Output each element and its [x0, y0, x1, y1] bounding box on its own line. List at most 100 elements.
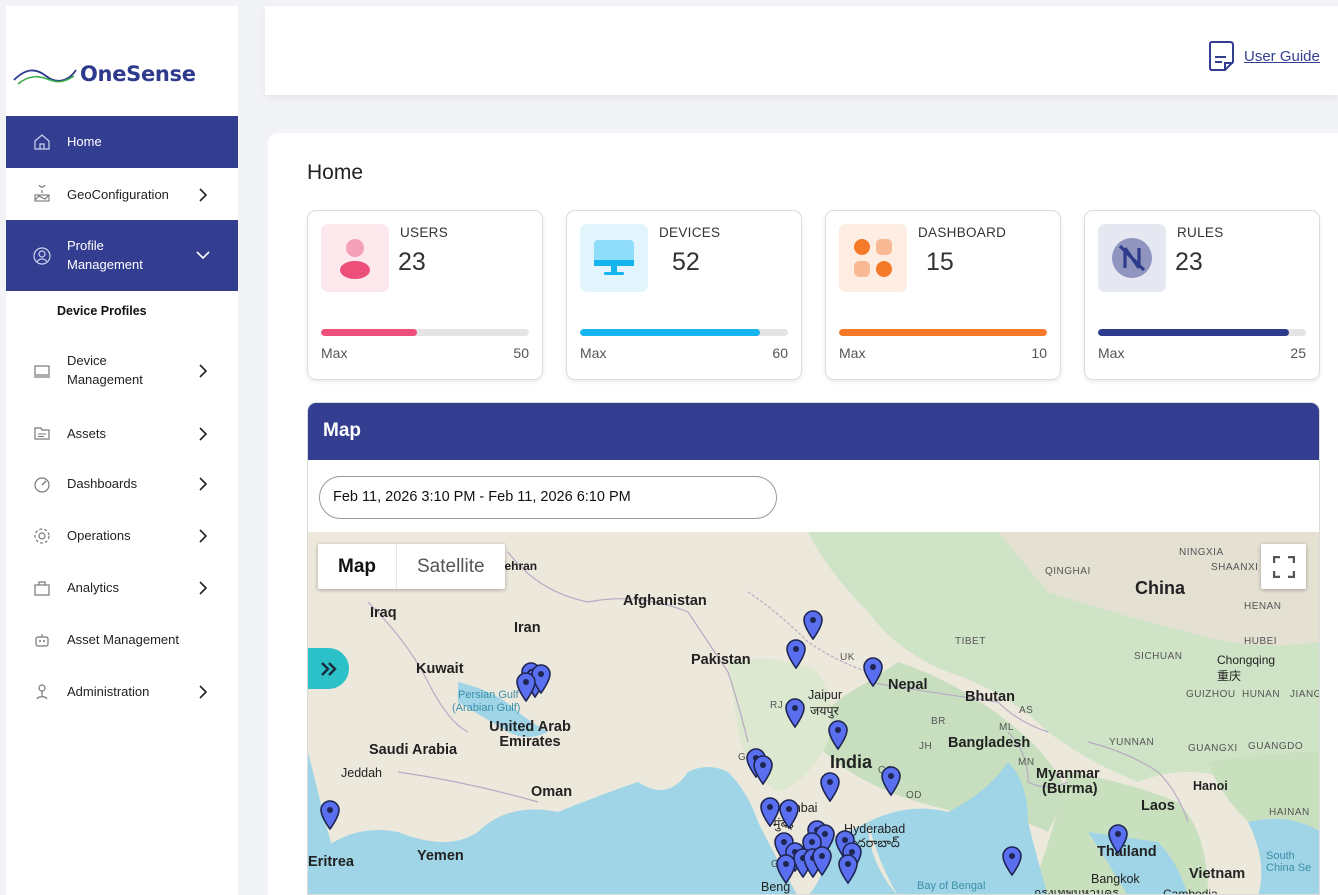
- stat-card-devices[interactable]: DEVICES 52 Max 60: [566, 210, 802, 380]
- page-title: Home: [307, 161, 364, 184]
- map-label-as: AS: [1019, 705, 1034, 716]
- card-label: RULES: [1177, 225, 1224, 240]
- map-label-qinghai: QINGHAI: [1045, 566, 1091, 577]
- map-marker-icon[interactable]: [828, 720, 848, 751]
- chevron-right-icon: [196, 529, 210, 543]
- map-marker-icon[interactable]: [1002, 846, 1022, 877]
- bag-icon: [32, 578, 52, 598]
- stat-card-rules[interactable]: RULES 23 Max 25: [1084, 210, 1320, 380]
- map-label-oman: Oman: [531, 784, 573, 800]
- sidebar-item-label: Administration: [67, 684, 150, 699]
- map-marker-icon[interactable]: [803, 610, 823, 641]
- map-label-chongqing: Chongqing: [1217, 653, 1276, 667]
- sidebar-subitem-device-profiles[interactable]: Device Profiles: [6, 291, 238, 333]
- map-label-mn: MN: [1018, 757, 1035, 768]
- map-label-myanmar: Myanmar: [1036, 766, 1100, 782]
- sidebar-item-analytics[interactable]: Analytics: [6, 562, 238, 614]
- map-marker-icon[interactable]: [753, 755, 773, 786]
- max-value: 60: [772, 345, 788, 361]
- max-label: Max: [321, 345, 348, 361]
- chevron-right-icon: [196, 188, 210, 202]
- map-label-yunnan: YUNNAN: [1109, 737, 1155, 748]
- chevron-right-icon: [196, 364, 210, 378]
- map-marker-icon[interactable]: [820, 772, 840, 803]
- sidebar-item-device-management[interactable]: Device Management: [6, 333, 238, 408]
- user-guide-link[interactable]: User Guide: [1206, 40, 1320, 72]
- map-label-afghanistan: Afghanistan: [623, 593, 707, 609]
- gear-icon: [32, 526, 52, 546]
- map-label-guangxi: GUANGXI: [1188, 743, 1238, 754]
- map-label-cambodia: Cambodia: [1163, 887, 1218, 895]
- map-label-jh: JH: [919, 741, 933, 752]
- sidebar-item-geoconfiguration[interactable]: GeoConfiguration: [6, 168, 238, 220]
- map-label-rj: RJ: [770, 700, 784, 711]
- map-label-hubei: HUBEI: [1244, 636, 1278, 647]
- max-label: Max: [580, 345, 607, 361]
- chevron-right-icon: [196, 685, 210, 699]
- map-label-od: OD: [906, 790, 922, 801]
- sidebar-item-assets[interactable]: Assets: [6, 408, 238, 458]
- sidebar-item-label: Home: [67, 134, 102, 149]
- date-range-input[interactable]: Feb 11, 2026 3:10 PM - Feb 11, 2026 6:10…: [319, 476, 777, 519]
- map-marker-icon[interactable]: [881, 766, 901, 797]
- map-label-uk: UK: [840, 652, 855, 663]
- map-label-bangladesh: Bangladesh: [948, 735, 1031, 751]
- stat-card-users[interactable]: USERS 23 Max 50: [307, 210, 543, 380]
- progress-bar: [839, 329, 1047, 336]
- map-label-guangdong: GUANGDO: [1248, 741, 1304, 752]
- document-icon: [1209, 41, 1234, 71]
- sidebar-item-operations[interactable]: Operations: [6, 510, 238, 562]
- map-label-persian-gulf: Persian Gulf: [458, 689, 519, 701]
- map-marker-icon[interactable]: [863, 657, 883, 688]
- map-marker-icon[interactable]: [320, 800, 340, 831]
- home-icon: [32, 132, 52, 152]
- onesense-logo[interactable]: OneSense: [12, 54, 212, 94]
- map-marker-icon[interactable]: [776, 854, 796, 885]
- folder-icon: [32, 423, 52, 443]
- map-label-chongqing-cn: 重庆: [1217, 669, 1242, 683]
- map-type-satellite-button[interactable]: Satellite: [396, 544, 505, 589]
- map-title: Map: [323, 420, 361, 441]
- sidebar-nav: Home GeoConfiguration Profile Management…: [6, 116, 238, 718]
- expand-panel-button[interactable]: [308, 648, 349, 689]
- map-canvas[interactable]: Tehran Iraq Iran Afghanistan Pakistan Ch…: [308, 532, 1319, 895]
- map-marker-icon[interactable]: [516, 672, 536, 703]
- map-label-guizhou: GUIZHOU: [1186, 689, 1236, 700]
- map-header: Map: [308, 403, 1319, 460]
- sidebar-item-label: Asset Management: [67, 632, 180, 647]
- sidebar-item-profile-management[interactable]: Profile Management: [6, 220, 238, 291]
- admin-icon: [32, 682, 52, 702]
- sidebar-item-administration[interactable]: Administration: [6, 666, 238, 718]
- map-marker-icon[interactable]: [760, 797, 780, 828]
- logo-wave-icon: [13, 69, 77, 85]
- map-marker-icon[interactable]: [838, 854, 858, 885]
- stat-card-dashboard[interactable]: DASHBOARD 15 Max 10: [825, 210, 1061, 380]
- sidebar: OneSense Home GeoConfiguration Profile M…: [6, 6, 238, 895]
- gauge-icon: [32, 474, 52, 494]
- fullscreen-button[interactable]: [1261, 544, 1306, 589]
- card-label: USERS: [400, 225, 449, 240]
- sidebar-item-home[interactable]: Home: [6, 116, 238, 168]
- map-label-laos: Laos: [1141, 798, 1175, 814]
- max-value: 10: [1031, 345, 1047, 361]
- map-marker-icon[interactable]: [1108, 824, 1128, 855]
- map-type-map-button[interactable]: Map: [318, 544, 396, 589]
- sidebar-item-asset-management[interactable]: Asset Management: [6, 614, 238, 666]
- logo-text: OneSense: [80, 62, 196, 86]
- progress-bar: [1098, 329, 1306, 336]
- map-marker-icon[interactable]: [812, 846, 832, 877]
- chevron-right-icon: [196, 477, 210, 491]
- sidebar-subitem-label: Device Profiles: [57, 304, 147, 318]
- map-marker-icon[interactable]: [785, 698, 805, 729]
- monitor-icon: [580, 224, 648, 292]
- map-type-toggle: Map Satellite: [318, 544, 505, 589]
- map-label-iraq: Iraq: [370, 605, 397, 621]
- map-label-jeddah: Jeddah: [341, 766, 383, 780]
- double-chevron-right-icon: [320, 661, 337, 676]
- map-label-south-china-sea: South China Se: [1266, 850, 1312, 874]
- card-value: 23: [1175, 248, 1203, 276]
- map-marker-icon[interactable]: [786, 639, 806, 670]
- map-marker-icon[interactable]: [779, 799, 799, 830]
- sidebar-item-label: Dashboards: [67, 476, 138, 491]
- sidebar-item-dashboards[interactable]: Dashboards: [6, 458, 238, 510]
